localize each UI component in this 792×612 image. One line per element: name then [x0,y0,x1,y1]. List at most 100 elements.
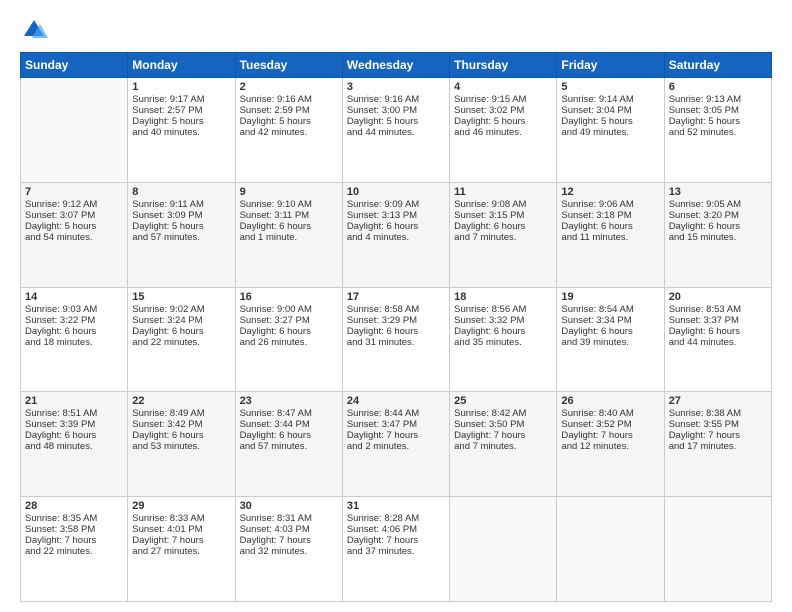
day-info-line: Daylight: 6 hours [25,326,123,337]
calendar-cell: 27Sunrise: 8:38 AMSunset: 3:55 PMDayligh… [664,392,771,497]
calendar-cell: 29Sunrise: 8:33 AMSunset: 4:01 PMDayligh… [128,497,235,602]
calendar-table: SundayMondayTuesdayWednesdayThursdayFrid… [20,52,772,602]
day-info-line: and 1 minute. [240,232,338,243]
day-info-line: Daylight: 7 hours [240,535,338,546]
day-info-line: Sunset: 3:32 PM [454,315,552,326]
day-info-line: Daylight: 5 hours [561,116,659,127]
day-info-line: Sunrise: 9:02 AM [132,304,230,315]
day-number: 22 [132,395,230,407]
calendar-cell: 15Sunrise: 9:02 AMSunset: 3:24 PMDayligh… [128,287,235,392]
header [20,16,772,44]
day-info-line: Sunset: 3:58 PM [25,524,123,535]
calendar-cell [450,497,557,602]
calendar-cell: 16Sunrise: 9:00 AMSunset: 3:27 PMDayligh… [235,287,342,392]
day-number: 4 [454,81,552,93]
calendar-cell: 22Sunrise: 8:49 AMSunset: 3:42 PMDayligh… [128,392,235,497]
day-info-line: and 22 minutes. [25,546,123,557]
day-info-line: Sunrise: 8:38 AM [669,408,767,419]
day-info-line: Sunrise: 8:58 AM [347,304,445,315]
day-info-line: Daylight: 6 hours [669,326,767,337]
day-info-line: Daylight: 5 hours [347,116,445,127]
day-info-line: and 32 minutes. [240,546,338,557]
day-info-line: Daylight: 6 hours [669,221,767,232]
calendar-cell: 3Sunrise: 9:16 AMSunset: 3:00 PMDaylight… [342,78,449,183]
day-info-line: Sunrise: 8:56 AM [454,304,552,315]
day-number: 7 [25,186,123,198]
day-info-line: Sunset: 3:13 PM [347,210,445,221]
day-info-line: Daylight: 6 hours [25,430,123,441]
day-info-line: Daylight: 6 hours [454,326,552,337]
calendar-cell: 9Sunrise: 9:10 AMSunset: 3:11 PMDaylight… [235,182,342,287]
day-info-line: Daylight: 6 hours [454,221,552,232]
day-info-line: Daylight: 6 hours [347,221,445,232]
day-info-line: and 42 minutes. [240,127,338,138]
day-number: 8 [132,186,230,198]
day-info-line: Daylight: 5 hours [132,221,230,232]
day-number: 15 [132,291,230,303]
calendar-cell: 19Sunrise: 8:54 AMSunset: 3:34 PMDayligh… [557,287,664,392]
day-number: 5 [561,81,659,93]
calendar-cell: 21Sunrise: 8:51 AMSunset: 3:39 PMDayligh… [21,392,128,497]
weekday-wednesday: Wednesday [342,53,449,78]
day-number: 26 [561,395,659,407]
day-info-line: Sunrise: 9:06 AM [561,199,659,210]
day-info-line: Daylight: 7 hours [669,430,767,441]
day-info-line: Sunset: 3:18 PM [561,210,659,221]
day-info-line: Daylight: 5 hours [132,116,230,127]
day-info-line: and 54 minutes. [25,232,123,243]
day-info-line: Daylight: 6 hours [561,221,659,232]
day-info-line: Sunset: 4:03 PM [240,524,338,535]
day-number: 12 [561,186,659,198]
calendar-week-row: 28Sunrise: 8:35 AMSunset: 3:58 PMDayligh… [21,497,772,602]
calendar-week-row: 7Sunrise: 9:12 AMSunset: 3:07 PMDaylight… [21,182,772,287]
day-info-line: and 11 minutes. [561,232,659,243]
day-info-line: Daylight: 5 hours [669,116,767,127]
day-info-line: Sunrise: 8:51 AM [25,408,123,419]
calendar-cell: 5Sunrise: 9:14 AMSunset: 3:04 PMDaylight… [557,78,664,183]
day-info-line: Sunset: 3:55 PM [669,419,767,430]
day-info-line: Daylight: 6 hours [240,430,338,441]
calendar-cell: 12Sunrise: 9:06 AMSunset: 3:18 PMDayligh… [557,182,664,287]
day-info-line: Sunset: 3:24 PM [132,315,230,326]
day-info-line: Sunset: 3:44 PM [240,419,338,430]
calendar-cell [664,497,771,602]
day-info-line: and 22 minutes. [132,337,230,348]
day-info-line: and 12 minutes. [561,441,659,452]
day-number: 23 [240,395,338,407]
day-info-line: Daylight: 7 hours [561,430,659,441]
calendar-cell: 14Sunrise: 9:03 AMSunset: 3:22 PMDayligh… [21,287,128,392]
day-info-line: Sunrise: 9:16 AM [347,94,445,105]
day-info-line: Sunset: 3:52 PM [561,419,659,430]
day-number: 16 [240,291,338,303]
day-info-line: Sunset: 3:04 PM [561,105,659,116]
day-info-line: Daylight: 6 hours [240,221,338,232]
day-info-line: and 53 minutes. [132,441,230,452]
day-info-line: and 39 minutes. [561,337,659,348]
day-info-line: Daylight: 6 hours [561,326,659,337]
day-info-line: Sunset: 3:29 PM [347,315,445,326]
day-info-line: Daylight: 5 hours [240,116,338,127]
calendar-cell: 13Sunrise: 9:05 AMSunset: 3:20 PMDayligh… [664,182,771,287]
day-info-line: Sunrise: 9:05 AM [669,199,767,210]
day-info-line: and 17 minutes. [669,441,767,452]
day-info-line: and 7 minutes. [454,441,552,452]
day-info-line: Sunset: 2:59 PM [240,105,338,116]
day-info-line: Sunset: 3:00 PM [347,105,445,116]
calendar-week-row: 1Sunrise: 9:17 AMSunset: 2:57 PMDaylight… [21,78,772,183]
day-info-line: and 48 minutes. [25,441,123,452]
day-info-line: Sunrise: 8:28 AM [347,513,445,524]
calendar-cell: 4Sunrise: 9:15 AMSunset: 3:02 PMDaylight… [450,78,557,183]
day-info-line: and 31 minutes. [347,337,445,348]
day-number: 30 [240,500,338,512]
day-info-line: and 49 minutes. [561,127,659,138]
day-info-line: and 18 minutes. [25,337,123,348]
day-number: 10 [347,186,445,198]
calendar-cell: 26Sunrise: 8:40 AMSunset: 3:52 PMDayligh… [557,392,664,497]
calendar-cell [21,78,128,183]
calendar-cell: 8Sunrise: 9:11 AMSunset: 3:09 PMDaylight… [128,182,235,287]
weekday-saturday: Saturday [664,53,771,78]
day-info-line: Sunset: 2:57 PM [132,105,230,116]
day-info-line: Sunrise: 8:47 AM [240,408,338,419]
calendar-cell: 2Sunrise: 9:16 AMSunset: 2:59 PMDaylight… [235,78,342,183]
day-info-line: Daylight: 7 hours [347,535,445,546]
